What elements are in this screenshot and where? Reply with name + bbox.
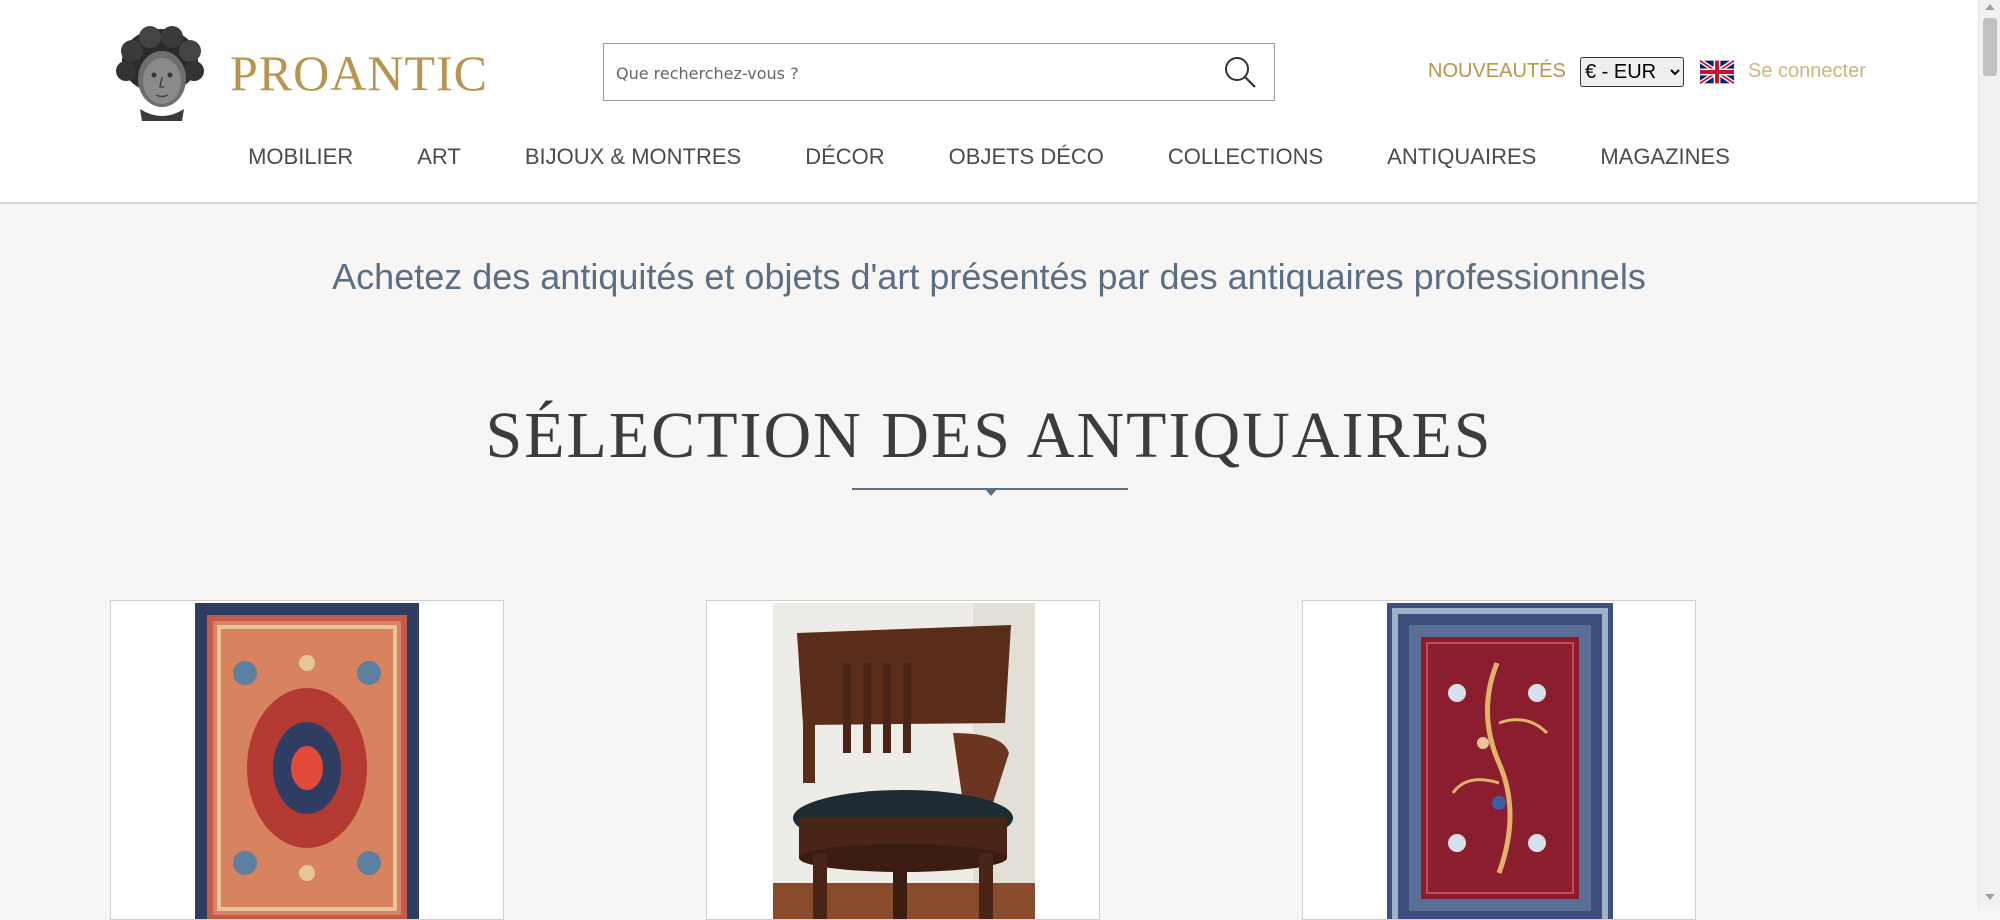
product-card[interactable] <box>110 600 504 920</box>
site-header: PROANTIC NOUVEAUTÉS € - EUR Se connecter… <box>0 0 1978 204</box>
nav-item-mobilier[interactable]: MOBILIER <box>248 144 353 184</box>
nav-item-magazines[interactable]: MAGAZINES <box>1600 144 1730 184</box>
nav-item-antiquaires[interactable]: ANTIQUAIRES <box>1387 144 1536 184</box>
pictorial-rug-image <box>1387 603 1613 919</box>
scroll-thumb[interactable] <box>1983 18 1997 76</box>
product-card[interactable] <box>706 600 1100 920</box>
logo-bust-icon <box>116 25 204 121</box>
logo-text: PROANTIC <box>230 44 489 101</box>
nav-item-bijoux-montres[interactable]: BIJOUX & MONTRES <box>525 144 741 184</box>
search-bar <box>603 43 1275 102</box>
scroll-up-arrow-icon[interactable] <box>1985 4 1995 10</box>
currency-select[interactable]: € - EUR <box>1580 57 1684 87</box>
page-scrollbar[interactable] <box>1978 0 2000 908</box>
search-input[interactable] <box>614 44 1208 102</box>
nav-item-decor[interactable]: DÉCOR <box>805 144 884 184</box>
divider-arrow-icon <box>984 488 998 496</box>
persian-rug-image <box>195 603 419 919</box>
tagline: Achetez des antiquités et objets d'art p… <box>332 256 1646 297</box>
main-nav: MOBILIER ART BIJOUX & MONTRES DÉCOR OBJE… <box>0 144 1978 184</box>
nav-item-art[interactable]: ART <box>417 144 461 184</box>
product-card[interactable] <box>1302 600 1696 920</box>
section-title: SÉLECTION DES ANTIQUAIRES <box>485 399 1493 472</box>
search-icon[interactable] <box>1222 54 1258 90</box>
logo-link[interactable]: PROANTIC <box>110 20 488 125</box>
nav-item-collections[interactable]: COLLECTIONS <box>1168 144 1323 184</box>
nav-item-objets-deco[interactable]: OBJETS DÉCO <box>949 144 1104 184</box>
armchair-image <box>773 603 1035 919</box>
scroll-down-arrow-icon[interactable] <box>1985 894 1995 900</box>
login-link[interactable]: Se connecter <box>1748 60 1866 83</box>
uk-flag-icon[interactable] <box>1700 60 1734 84</box>
nouveautes-link[interactable]: NOUVEAUTÉS <box>1428 60 1566 83</box>
